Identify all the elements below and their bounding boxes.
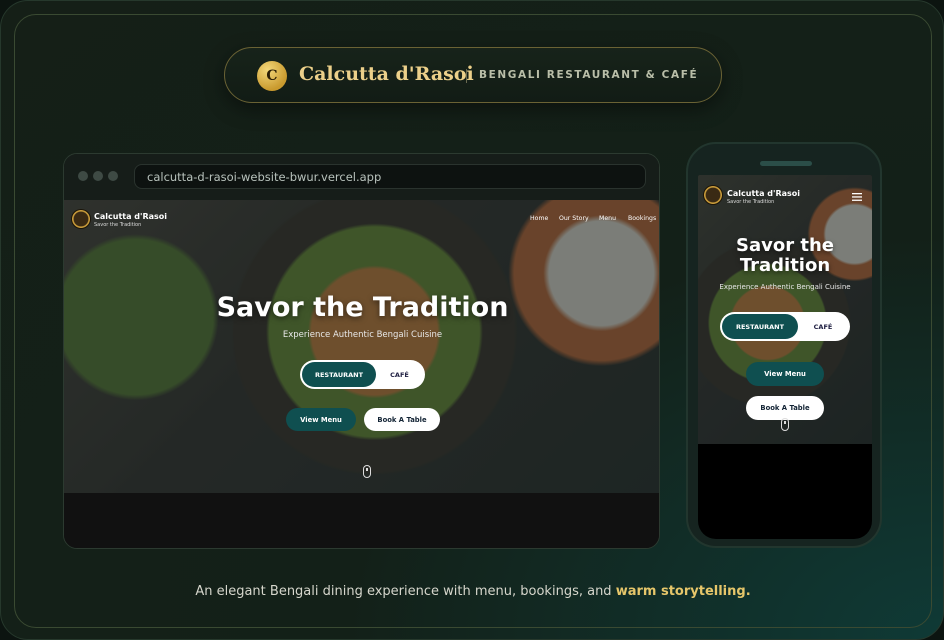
- website-hero: Calcutta d'Rasoi Savor the Tradition Hom…: [64, 200, 659, 493]
- tagline-text: An elegant Bengali dining experience wit…: [195, 584, 612, 599]
- brand-logo: C: [257, 61, 287, 91]
- site-title[interactable]: Calcutta d'Rasoi: [94, 212, 167, 221]
- address-bar[interactable]: calcutta-d-rasoi-website-bwur.vercel.app: [134, 164, 646, 189]
- hero-heading-line: Tradition: [739, 255, 831, 276]
- nav-bookings[interactable]: Bookings: [628, 215, 656, 222]
- window-dot-icon: [108, 171, 118, 181]
- page-below-fold: [64, 493, 659, 548]
- window-dot-icon: [93, 171, 103, 181]
- hero-overlay: [64, 200, 659, 493]
- divider: [466, 69, 467, 83]
- book-table-button[interactable]: Book A Table: [746, 396, 824, 420]
- brand-header: C Calcutta d'Rasoi BENGALI RESTAURANT & …: [224, 47, 722, 103]
- nav-menu[interactable]: Menu: [599, 215, 616, 222]
- book-table-button[interactable]: Book A Table: [364, 408, 440, 431]
- venue-toggle: RESTAURANT CAFÉ: [720, 312, 850, 341]
- mobile-hero-subheading: Experience Authentic Bengali Cuisine: [719, 283, 851, 291]
- tagline-highlight: warm storytelling.: [615, 584, 751, 599]
- window-dot-icon: [78, 171, 88, 181]
- brand-name: Calcutta d'Rasoi: [299, 63, 474, 85]
- nav-home[interactable]: Home: [530, 215, 548, 222]
- showcase-frame: C Calcutta d'Rasoi BENGALI RESTAURANT & …: [0, 0, 944, 640]
- view-menu-button[interactable]: View Menu: [746, 362, 824, 386]
- view-menu-button[interactable]: View Menu: [286, 408, 356, 431]
- site-logo[interactable]: [703, 185, 723, 205]
- cafe-tab[interactable]: CAFÉ: [376, 362, 423, 387]
- restaurant-tab[interactable]: RESTAURANT: [302, 362, 376, 387]
- hamburger-icon[interactable]: [852, 193, 862, 201]
- scroll-mouse-icon: [781, 418, 789, 431]
- mobile-hero-heading: Savor the Tradition: [698, 236, 872, 276]
- hero-heading-line: Savor the: [736, 235, 834, 256]
- footer-tagline: An elegant Bengali dining experience wit…: [1, 584, 943, 599]
- mobile-hero: Calcutta d'Rasoi Savor the Tradition Sav…: [698, 175, 872, 444]
- scroll-mouse-icon: [363, 465, 371, 478]
- mobile-phone: Calcutta d'Rasoi Savor the Tradition Sav…: [686, 142, 882, 548]
- nav-our-story[interactable]: Our Story: [559, 215, 589, 222]
- restaurant-tab[interactable]: RESTAURANT: [722, 314, 798, 339]
- venue-toggle: RESTAURANT CAFÉ: [300, 360, 425, 389]
- browser-toolbar: calcutta-d-rasoi-website-bwur.vercel.app: [64, 154, 659, 200]
- cafe-tab[interactable]: CAFÉ: [798, 314, 848, 339]
- phone-speaker: [760, 161, 812, 166]
- hero-heading: Savor the Tradition: [216, 292, 509, 323]
- site-subtitle: Savor the Tradition: [94, 222, 142, 228]
- mobile-screen: Calcutta d'Rasoi Savor the Tradition Sav…: [698, 175, 872, 539]
- site-logo[interactable]: [71, 209, 91, 229]
- hero-subheading: Experience Authentic Bengali Cuisine: [282, 330, 443, 340]
- desktop-browser: calcutta-d-rasoi-website-bwur.vercel.app…: [63, 153, 660, 549]
- mobile-site-title[interactable]: Calcutta d'Rasoi: [727, 189, 800, 198]
- mobile-site-subtitle: Savor the Tradition: [727, 199, 775, 205]
- brand-tagline: BENGALI RESTAURANT & CAFÉ: [479, 69, 699, 81]
